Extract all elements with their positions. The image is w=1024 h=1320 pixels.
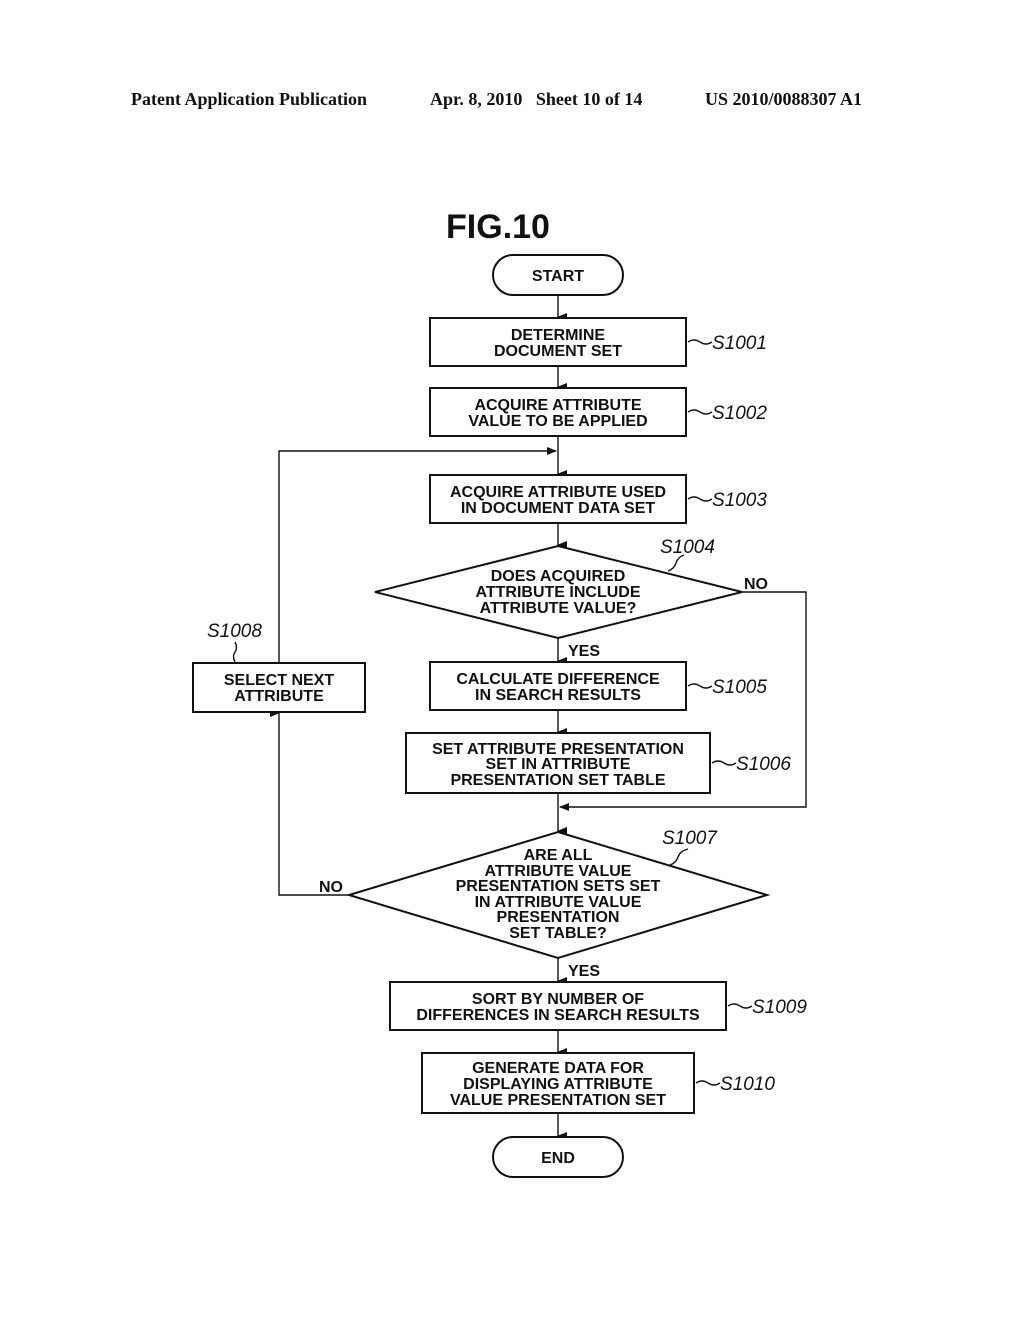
end-label: END: [541, 1150, 575, 1167]
start-terminal: START: [492, 254, 624, 296]
decision-s1007: ARE ALL ATTRIBUTE VALUE PRESENTATION SET…: [319, 828, 771, 980]
svg-text:ATTRIBUTE VALUE?: ATTRIBUTE VALUE?: [480, 600, 637, 617]
svg-text:IN SEARCH RESULTS: IN SEARCH RESULTS: [475, 687, 641, 704]
label-s1007: S1007: [662, 828, 718, 849]
label-s1009: S1009: [752, 997, 807, 1018]
label-s1004: S1004: [660, 537, 715, 558]
s1007-no-label: NO: [319, 879, 343, 896]
label-s1008: S1008: [207, 621, 262, 642]
svg-text:SORT BY NUMBER OF: SORT BY NUMBER OF: [472, 991, 644, 1008]
svg-text:DISPLAYING ATTRIBUTE: DISPLAYING ATTRIBUTE: [463, 1076, 653, 1093]
step-s1006: SET ATTRIBUTE PRESENTATION SET IN ATTRIB…: [405, 732, 791, 794]
svg-text:VALUE PRESENTATION SET: VALUE PRESENTATION SET: [450, 1092, 666, 1109]
label-s1001: S1001: [712, 333, 767, 354]
figure-title: FIG.10: [446, 208, 550, 246]
svg-text:IN DOCUMENT DATA SET: IN DOCUMENT DATA SET: [461, 500, 656, 517]
flowchart: FIG.10 START DETERMINE DOCUMENT SET S100…: [192, 208, 807, 1178]
svg-text:SELECT NEXT: SELECT NEXT: [224, 672, 334, 689]
label-s1003: S1003: [712, 490, 767, 511]
label-s1002: S1002: [712, 403, 767, 424]
svg-text:ARE ALL: ARE ALL: [524, 847, 593, 864]
step-s1009: SORT BY NUMBER OF DIFFERENCES IN SEARCH …: [389, 981, 807, 1031]
svg-text:PRESENTATION SET TABLE: PRESENTATION SET TABLE: [450, 772, 665, 789]
label-s1006: S1006: [736, 754, 791, 775]
svg-text:DOCUMENT SET: DOCUMENT SET: [494, 343, 622, 360]
decision-s1004: DOES ACQUIRED ATTRIBUTE INCLUDE ATTRIBUT…: [374, 537, 768, 660]
step-s1002: ACQUIRE ATTRIBUTE VALUE TO BE APPLIED S1…: [429, 387, 767, 437]
svg-text:PRESENTATION: PRESENTATION: [497, 909, 620, 926]
svg-text:GENERATE DATA FOR: GENERATE DATA FOR: [472, 1060, 644, 1077]
label-s1010: S1010: [720, 1074, 775, 1095]
step-s1005: CALCULATE DIFFERENCE IN SEARCH RESULTS S…: [429, 661, 767, 711]
svg-text:PRESENTATION SETS SET: PRESENTATION SETS SET: [456, 878, 661, 895]
s1004-yes-label: YES: [568, 643, 600, 660]
svg-text:SET IN ATTRIBUTE: SET IN ATTRIBUTE: [486, 756, 631, 773]
svg-text:DIFFERENCES IN SEARCH RESULTS: DIFFERENCES IN SEARCH RESULTS: [416, 1007, 700, 1024]
start-label: START: [532, 268, 584, 285]
step-s1003: ACQUIRE ATTRIBUTE USED IN DOCUMENT DATA …: [429, 474, 767, 524]
step-s1010: GENERATE DATA FOR DISPLAYING ATTRIBUTE V…: [421, 1052, 775, 1114]
svg-text:VALUE TO BE APPLIED: VALUE TO BE APPLIED: [468, 413, 647, 430]
svg-text:ACQUIRE ATTRIBUTE: ACQUIRE ATTRIBUTE: [474, 397, 641, 414]
svg-text:CALCULATE DIFFERENCE: CALCULATE DIFFERENCE: [456, 671, 660, 688]
s1004-no-label: NO: [744, 576, 768, 593]
end-terminal: END: [492, 1136, 624, 1178]
svg-text:ACQUIRE ATTRIBUTE USED: ACQUIRE ATTRIBUTE USED: [450, 484, 666, 501]
step-s1001: DETERMINE DOCUMENT SET S1001: [429, 317, 767, 367]
svg-text:DOES ACQUIRED: DOES ACQUIRED: [491, 568, 626, 585]
arrow-s1007-no: [270, 709, 349, 896]
svg-text:ATTRIBUTE: ATTRIBUTE: [234, 688, 324, 705]
svg-text:ATTRIBUTE INCLUDE: ATTRIBUTE INCLUDE: [475, 584, 640, 601]
label-s1005: S1005: [712, 677, 767, 698]
svg-text:DETERMINE: DETERMINE: [511, 327, 606, 344]
svg-text:SET TABLE?: SET TABLE?: [509, 925, 606, 942]
s1007-yes-label: YES: [568, 963, 600, 980]
